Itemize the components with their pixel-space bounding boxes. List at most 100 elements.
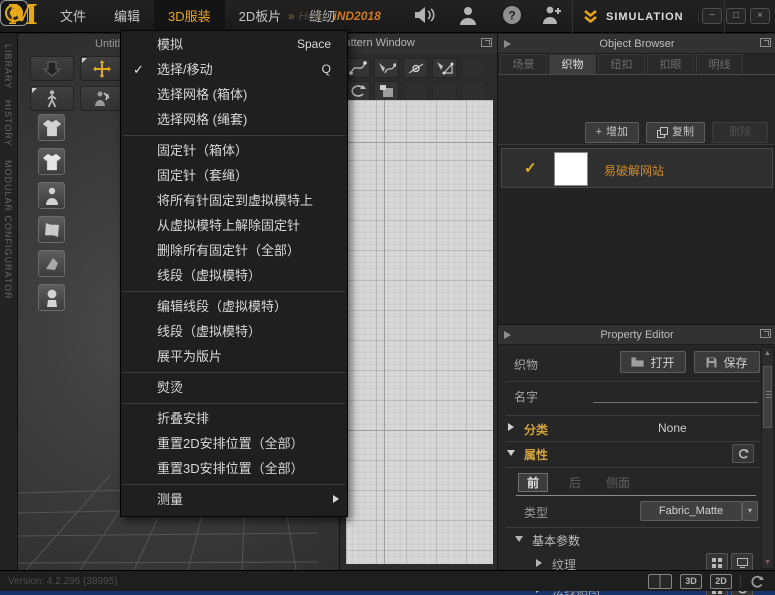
sync-button[interactable] (750, 575, 764, 588)
menu-item-label: 折叠安排 (157, 411, 209, 426)
category-value[interactable]: None (658, 421, 687, 435)
tab-scene[interactable]: 场景 (500, 54, 547, 74)
pattern-tool-9-button[interactable] (461, 81, 486, 101)
greeting-text: »Hello,iND2018 (288, 0, 381, 33)
view-tab-side[interactable]: 侧面 (600, 474, 636, 492)
menu-item-reset-2d-arrangement[interactable]: 重置2D安排位置（全部） (121, 431, 347, 456)
left-sidebar: LIBRARY HISTORY MODULAR CONFIGURATOR (0, 34, 18, 570)
tab-button[interactable]: 纽扣 (598, 54, 645, 74)
property-editor-scrollbar[interactable]: ▲ ▼ (761, 347, 774, 569)
menu-item-select-mesh-box[interactable]: 选择网格 (箱体) (121, 82, 347, 107)
property-collapse-icon[interactable] (507, 450, 515, 456)
category-expand-icon[interactable] (508, 423, 514, 431)
fabric-check-icon[interactable]: ✓ (524, 159, 537, 177)
material-type-dropdown[interactable]: Fabric_Matte (640, 501, 742, 521)
property-refresh-button[interactable] (732, 444, 754, 463)
edit-texture-tool-button[interactable] (374, 81, 399, 101)
texture-expand-icon[interactable] (536, 559, 542, 567)
user-account-icon[interactable] (458, 5, 478, 25)
menu-3d-garment[interactable]: 3D服装 (154, 0, 225, 33)
screen-icon (737, 558, 748, 568)
move-tool-button[interactable] (80, 56, 124, 81)
pattern-tool-8-button[interactable] (432, 81, 457, 101)
view-2d-button[interactable]: 2D (710, 574, 732, 589)
view-3d-button[interactable]: 3D (680, 574, 702, 589)
scrollbar-thumb[interactable] (763, 366, 772, 428)
menu-item-pin-all-to-avatar[interactable]: 将所有针固定到虚拟模特上 (121, 188, 347, 213)
menu-item-tape-avatar-2[interactable]: 线段（虚拟模特） (121, 319, 347, 344)
menu-edit[interactable]: 编辑 (100, 0, 154, 33)
menu-2d-pattern[interactable]: 2D板片 (225, 0, 296, 33)
help-icon[interactable]: ? (502, 5, 522, 25)
avatar-add-icon[interactable] (540, 5, 564, 25)
menu-item-pin-lasso[interactable]: 固定针（套绳） (121, 163, 347, 188)
edit-polygon-tool-button[interactable] (432, 58, 457, 78)
sidebar-tab-library[interactable]: LIBRARY (3, 44, 13, 89)
menu-item-unpin-from-avatar[interactable]: 从虚拟模特上解除固定针 (121, 213, 347, 238)
pattern-tool-7-button[interactable] (403, 81, 428, 101)
library-item-head[interactable] (38, 284, 65, 311)
view-tab-front[interactable]: 前 (518, 473, 548, 492)
object-browser-expand-icon[interactable] (760, 38, 771, 47)
menu-item-reset-3d-arrangement[interactable]: 重置3D安排位置（全部） (121, 456, 347, 481)
add-point-tool-button[interactable] (403, 58, 428, 78)
menu-item-select-move[interactable]: ✓ 选择/移动 Q (121, 57, 347, 82)
sidebar-tab-history[interactable]: HISTORY (3, 100, 13, 147)
gizmo-down-tool-button[interactable] (30, 56, 74, 81)
property-editor-expand-icon[interactable] (760, 329, 771, 338)
library-item-fabric-2[interactable] (38, 250, 65, 277)
view-tab-back[interactable]: 后 (560, 474, 590, 492)
refresh-icon (738, 448, 749, 459)
refresh-icon (750, 575, 764, 588)
scroll-up-icon[interactable]: ▲ (762, 350, 773, 357)
menu-item-pin-box[interactable]: 固定针（箱体） (121, 138, 347, 163)
menu-item-pressing[interactable]: 熨烫 (121, 375, 347, 400)
pattern-canvas[interactable] (346, 100, 493, 564)
submenu-arrow-icon (333, 495, 339, 503)
basic-params-collapse-icon[interactable] (515, 536, 523, 542)
menu-item-label: 线段（虚拟模特） (157, 268, 261, 283)
pattern-tool-5-button[interactable] (461, 58, 486, 78)
tab-topstitch[interactable]: 明线 (696, 54, 743, 74)
minimize-button[interactable]: − (702, 8, 722, 24)
edit-curve-point-tool-button[interactable] (374, 58, 399, 78)
menu-item-select-mesh-lasso[interactable]: 选择网格 (绳套) (121, 107, 347, 132)
library-item-garment-1[interactable] (38, 114, 65, 141)
delete-fabric-button[interactable]: 删除 (712, 122, 768, 143)
fabric-swatch[interactable] (554, 152, 588, 186)
tab-buttonhole[interactable]: 扣眼 (647, 54, 694, 74)
menu-item-simulate[interactable]: 模拟 Space (121, 32, 347, 57)
pattern-window-expand-icon[interactable] (481, 38, 492, 47)
menu-file[interactable]: 文件 (46, 0, 100, 33)
scroll-down-icon[interactable]: ▼ (762, 559, 773, 566)
open-fabric-button[interactable]: 打开 (620, 351, 686, 373)
menu-item-measure[interactable]: 测量 (121, 487, 347, 512)
dock-arrow-icon[interactable] (504, 40, 511, 48)
pattern-window-2d[interactable]: 2D Pattern Window (340, 34, 497, 570)
sidebar-tab-modular-configurator[interactable]: MODULAR CONFIGURATOR (3, 160, 13, 300)
menu-item-fold-arrangement[interactable]: 折叠安排 (121, 406, 347, 431)
copy-fabric-button[interactable]: 复制 (646, 122, 705, 143)
dropdown-caret-icon[interactable]: ▾ (742, 501, 758, 521)
name-field[interactable] (593, 402, 758, 403)
split-view-button[interactable] (648, 574, 672, 589)
fabric-list-item[interactable]: ✓ 易破解网站 (501, 148, 773, 188)
tab-fabric[interactable]: 织物 (549, 54, 596, 74)
pin-avatar-tool-button[interactable] (80, 86, 124, 111)
save-fabric-button[interactable]: 保存 (694, 351, 760, 373)
library-item-avatar[interactable] (38, 182, 65, 209)
library-item-garment-2[interactable] (38, 148, 65, 175)
menu-item-edit-tape-avatar[interactable]: 编辑线段（虚拟模特） (121, 294, 347, 319)
add-fabric-button[interactable]: + 增加 (585, 122, 639, 143)
rotate-pattern-tool-button[interactable] (345, 81, 370, 101)
menu-item-tape-avatar-1[interactable]: 线段（虚拟模特） (121, 263, 347, 288)
maximize-button[interactable]: □ (726, 8, 746, 24)
close-button[interactable]: × (750, 8, 770, 24)
dock-arrow-icon[interactable] (504, 331, 511, 339)
edit-curve-tool-button[interactable] (345, 58, 370, 78)
speaker-icon[interactable] (413, 5, 435, 25)
library-item-fabric-1[interactable] (38, 216, 65, 243)
menu-item-flatten-as-pattern[interactable]: 展平为版片 (121, 344, 347, 369)
walk-avatar-tool-button[interactable] (30, 86, 74, 111)
menu-item-delete-all-pins[interactable]: 删除所有固定针（全部） (121, 238, 347, 263)
